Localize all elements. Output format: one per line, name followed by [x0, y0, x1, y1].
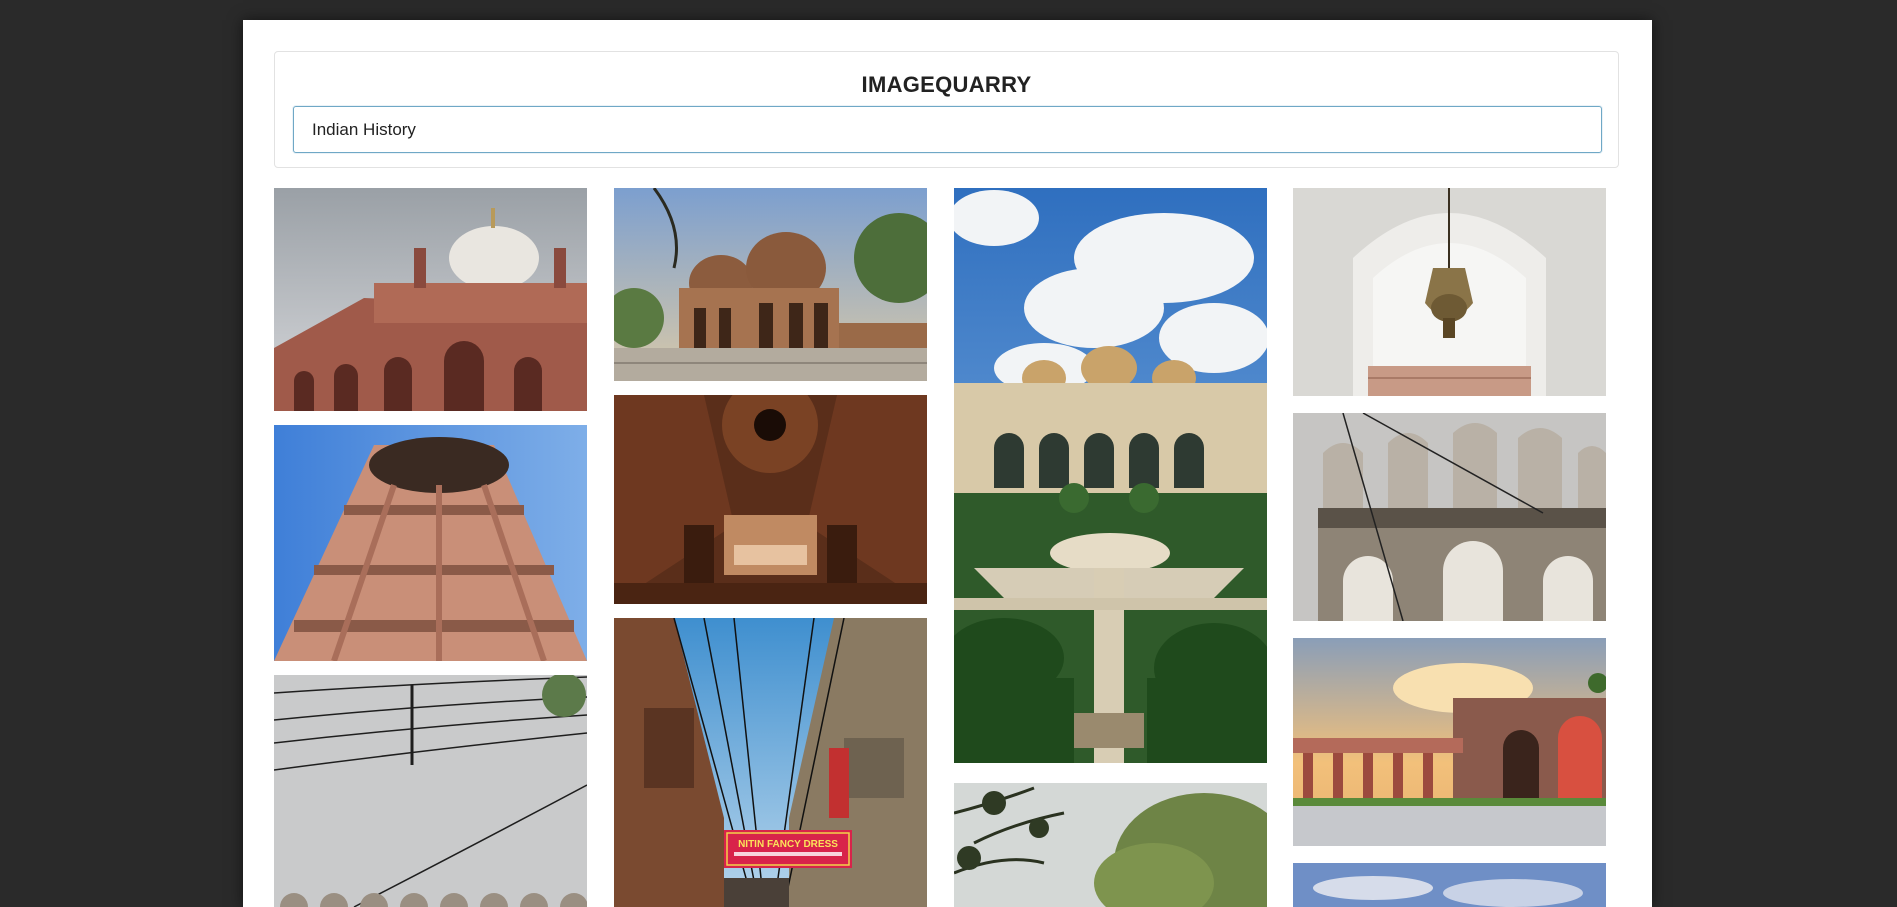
power-lines-image	[274, 675, 587, 907]
domed-pavilions-photo[interactable]	[614, 188, 927, 381]
hanging-lamp-photo[interactable]	[1293, 188, 1606, 396]
temple-ceiling-image	[614, 395, 927, 604]
qutub-minar-photo[interactable]	[274, 425, 587, 661]
fort-battlement-photo[interactable]	[1293, 413, 1606, 621]
sunset-ruins-photo[interactable]	[1293, 638, 1606, 846]
app-window: IMAGEQUARRY Indian History NITIN FANCY D…	[243, 20, 1652, 907]
humayun-tomb-image	[274, 188, 587, 411]
trees-sky-photo[interactable]	[954, 783, 1267, 907]
palace-garden-photo[interactable]	[954, 188, 1267, 763]
old-delhi-street-image: NITIN FANCY DRESS	[614, 618, 927, 907]
fort-battlement-image	[1293, 413, 1606, 621]
qutub-minar-image	[274, 425, 587, 661]
search-input[interactable]	[293, 106, 1602, 153]
sunset-ruins-image	[1293, 638, 1606, 846]
sky-photo[interactable]	[1293, 863, 1606, 907]
temple-ceiling-photo[interactable]	[614, 395, 927, 604]
power-lines-photo[interactable]	[274, 675, 587, 907]
header-card: IMAGEQUARRY	[274, 51, 1619, 168]
old-delhi-street-photo[interactable]: NITIN FANCY DRESS	[614, 618, 927, 907]
humayun-tomb-photo[interactable]	[274, 188, 587, 411]
hanging-lamp-image	[1293, 188, 1606, 396]
domed-pavilions-image	[614, 188, 927, 381]
sky-image	[1293, 863, 1606, 907]
trees-sky-image	[954, 783, 1267, 907]
app-title: IMAGEQUARRY	[861, 72, 1032, 97]
palace-garden-image	[954, 188, 1267, 763]
shop-sign-text: NITIN FANCY DRESS	[738, 839, 838, 850]
